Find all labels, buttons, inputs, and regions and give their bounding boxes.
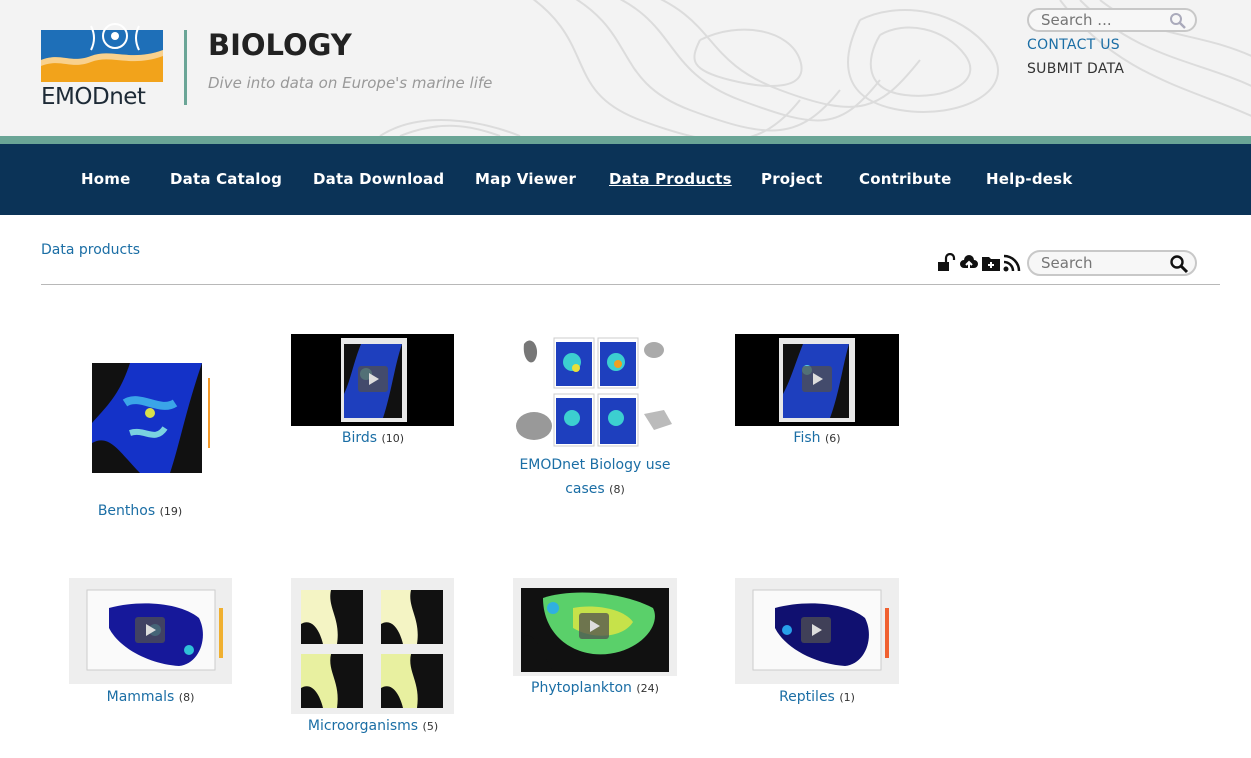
play-icon[interactable]	[802, 366, 832, 392]
category-count: (10)	[381, 432, 405, 445]
content-search-box	[1027, 250, 1197, 276]
category-count: (5)	[422, 720, 439, 733]
category-name[interactable]: Birds	[342, 430, 377, 446]
use-cases-thumbnail[interactable]	[514, 334, 677, 449]
play-icon[interactable]	[358, 366, 388, 392]
category-count: (8)	[609, 483, 625, 496]
nav-item-help-desk[interactable]: Help-desk	[986, 170, 1072, 188]
header-search-input[interactable]	[1041, 10, 1171, 30]
category-caption[interactable]: EMODnet Biology use cases (8)	[504, 453, 686, 502]
category-caption[interactable]: Fish (6)	[735, 426, 899, 451]
play-icon[interactable]	[801, 617, 831, 643]
category-name[interactable]: Reptiles	[779, 689, 835, 705]
category-tile-microorganisms[interactable]: Microorganisms (5)	[291, 578, 455, 743]
category-name[interactable]: Phytoplankton	[531, 680, 632, 696]
nav-item-data-catalog[interactable]: Data Catalog	[170, 170, 282, 188]
category-count: (19)	[159, 505, 183, 518]
content-divider	[41, 284, 1220, 285]
nav-item-home[interactable]: Home	[81, 170, 130, 188]
category-tile-reptiles[interactable]: Reptiles (1)	[735, 578, 899, 713]
category-caption[interactable]: Mammals (8)	[69, 685, 232, 710]
category-count: (24)	[636, 682, 659, 695]
category-tile-birds[interactable]: Birds (10)	[291, 334, 455, 454]
benthos-thumbnail[interactable]	[90, 333, 210, 493]
nav-item-map-viewer[interactable]: Map Viewer	[475, 170, 576, 188]
play-icon[interactable]	[579, 613, 609, 639]
nav-item-project[interactable]: Project	[761, 170, 822, 188]
add-folder-icon[interactable]	[981, 253, 1001, 273]
site-header: EMODnet BIOLOGY Dive into data on Europe…	[0, 0, 1251, 136]
category-name[interactable]: EMODnet Biology use	[519, 457, 670, 473]
submit-data-link[interactable]: SUBMIT DATA	[1027, 61, 1124, 77]
breadcrumb-data-products[interactable]: Data products	[41, 242, 140, 258]
category-tile-phytoplankton[interactable]: Phytoplankton (24)	[513, 578, 677, 704]
header-search-box	[1027, 8, 1197, 32]
search-icon[interactable]	[1169, 254, 1189, 274]
category-tile-use-cases[interactable]: EMODnet Biology use cases (8)	[504, 334, 686, 504]
category-tile-benthos[interactable]: Benthos (19)	[60, 333, 220, 523]
category-caption[interactable]: Phytoplankton (24)	[513, 676, 677, 701]
nav-item-data-download[interactable]: Data Download	[313, 170, 444, 188]
logo-wordmark: EMODnet	[41, 84, 146, 110]
category-tile-mammals[interactable]: Mammals (8)	[69, 578, 232, 713]
category-count: (6)	[824, 432, 841, 445]
category-count: (8)	[178, 691, 195, 704]
category-caption[interactable]: Reptiles (1)	[735, 685, 899, 710]
nav-item-data-products[interactable]: Data Products	[609, 170, 732, 188]
category-caption[interactable]: Microorganisms (5)	[291, 714, 455, 739]
category-name-line2[interactable]: cases	[565, 481, 604, 497]
category-name[interactable]: Mammals	[107, 689, 175, 705]
site-tagline: Dive into data on Europe's marine life	[208, 74, 493, 92]
rss-icon[interactable]	[1002, 253, 1022, 273]
header-divider	[184, 30, 187, 105]
category-caption[interactable]: Benthos (19)	[60, 499, 220, 524]
content-search-input[interactable]	[1041, 252, 1166, 274]
nav-item-contribute[interactable]: Contribute	[859, 170, 951, 188]
play-icon[interactable]	[135, 617, 165, 643]
category-name[interactable]: Fish	[793, 430, 820, 446]
site-title: BIOLOGY	[208, 28, 352, 62]
category-tile-fish[interactable]: Fish (6)	[735, 334, 899, 454]
unlock-icon[interactable]	[936, 252, 956, 273]
cloud-upload-icon[interactable]	[959, 253, 979, 273]
microorganisms-thumbnail[interactable]	[291, 578, 454, 714]
search-icon[interactable]	[1169, 12, 1187, 30]
category-name[interactable]: Benthos	[98, 503, 155, 519]
header-accent-strip	[0, 136, 1251, 144]
category-caption[interactable]: Birds (10)	[291, 426, 455, 451]
contact-us-link[interactable]: CONTACT US	[1027, 37, 1120, 53]
main-navigation: Home Data Catalog Data Download Map View…	[0, 144, 1251, 215]
category-name[interactable]: Microorganisms	[308, 718, 418, 734]
category-count: (1)	[839, 691, 855, 704]
